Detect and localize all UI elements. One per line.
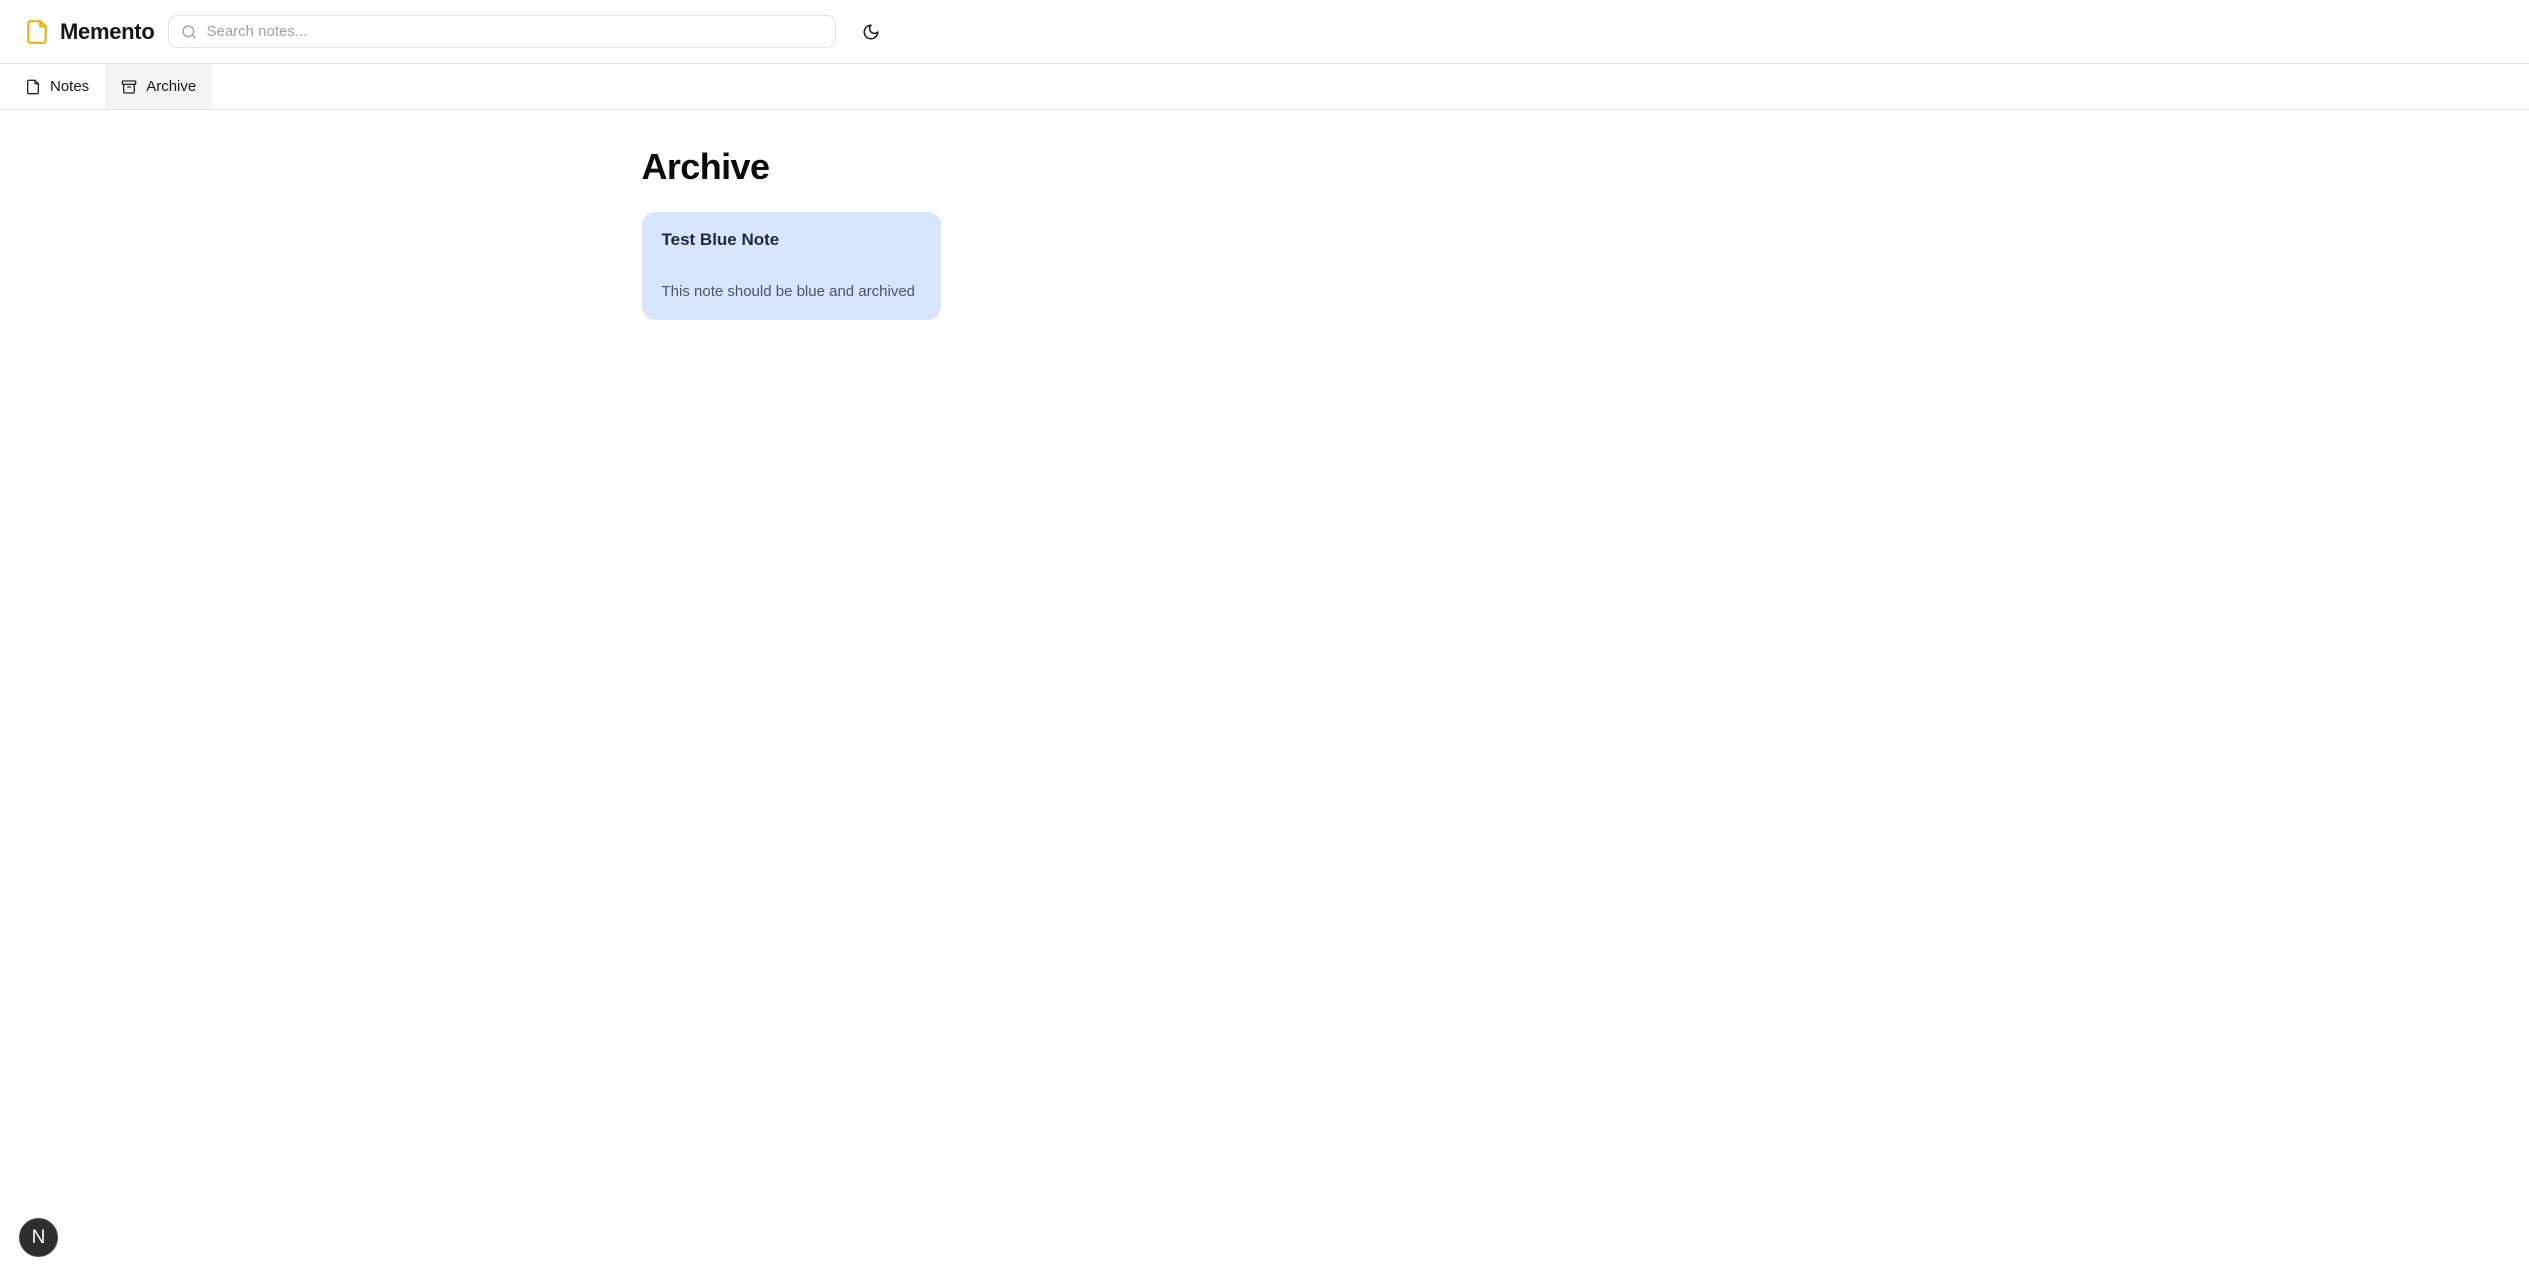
page-title: Archive — [642, 146, 1888, 188]
tab-archive[interactable]: Archive — [105, 64, 212, 109]
search-input[interactable] — [206, 23, 823, 40]
tab-notes-label: Notes — [50, 78, 89, 95]
file-icon — [25, 79, 41, 95]
note-title: Test Blue Note — [662, 230, 922, 250]
theme-toggle-button[interactable] — [854, 15, 888, 49]
nextjs-dev-badge[interactable]: N — [19, 1218, 58, 1257]
app-header: Memento — [0, 0, 2529, 64]
tab-bar: Notes Archive — [0, 64, 2529, 110]
search-box — [168, 15, 836, 48]
search-icon — [181, 24, 197, 40]
notes-grid: Test Blue Note This note should be blue … — [642, 212, 1888, 320]
dev-badge-letter: N — [32, 1227, 46, 1249]
main-content: Archive Test Blue Note This note should … — [625, 110, 1905, 320]
app-title: Memento — [60, 19, 154, 45]
note-body: This note should be blue and archived — [662, 282, 922, 302]
tab-archive-label: Archive — [146, 78, 196, 95]
note-card[interactable]: Test Blue Note This note should be blue … — [642, 212, 942, 320]
moon-icon — [862, 23, 880, 41]
tab-notes[interactable]: Notes — [9, 64, 105, 109]
archive-icon — [121, 79, 137, 95]
file-icon — [24, 19, 50, 45]
